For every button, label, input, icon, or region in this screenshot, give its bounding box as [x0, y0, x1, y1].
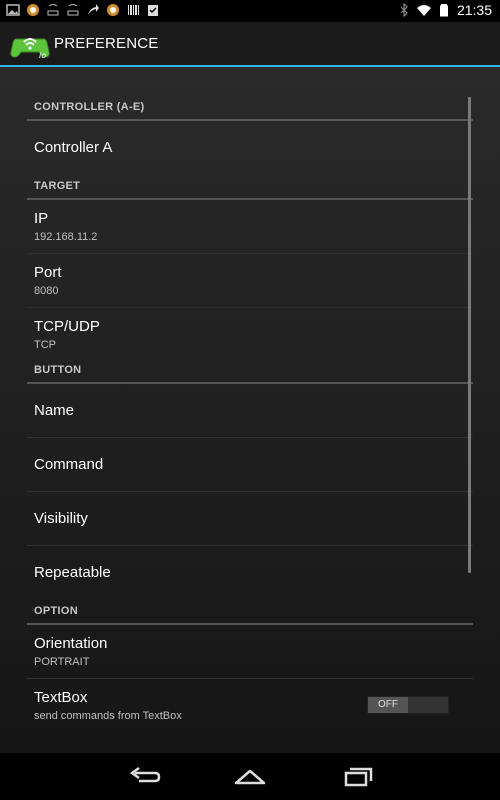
recents-icon[interactable] — [337, 763, 377, 791]
pref-title: Controller A — [34, 139, 113, 156]
pref-orientation[interactable]: Orientation PORTRAIT — [27, 625, 473, 679]
download-icon — [47, 4, 59, 16]
clock: 21:35 — [456, 2, 492, 18]
gallery-icon — [6, 4, 20, 16]
pref-title: TCP/UDP — [34, 318, 100, 335]
scrollbar[interactable] — [468, 97, 471, 573]
action-bar: io PREFERENCE — [0, 22, 500, 66]
download-icon — [67, 4, 79, 16]
app-icon — [27, 4, 39, 16]
pref-summary: 192.168.11.2 — [34, 231, 98, 243]
battery-icon — [439, 4, 448, 17]
home-icon[interactable] — [230, 763, 270, 791]
system-icons: 21:35 — [397, 2, 492, 18]
status-bar: 21:35 — [0, 0, 500, 22]
pref-command[interactable]: Command — [27, 438, 473, 492]
pref-title: Orientation — [34, 635, 108, 652]
pref-title: Repeatable — [34, 564, 111, 581]
pref-ip[interactable]: IP 192.168.11.2 — [27, 200, 473, 254]
app-icon — [107, 4, 119, 16]
pref-summary: 8080 — [34, 285, 59, 297]
pref-port[interactable]: Port 8080 — [27, 254, 473, 308]
svg-text:io: io — [39, 51, 46, 60]
pref-summary: PORTRAIT — [34, 656, 90, 668]
bluetooth-icon — [400, 3, 408, 17]
pref-summary: send commands from TextBox — [34, 710, 182, 722]
section-header-controller: CONTROLLER (A-E) — [27, 96, 473, 121]
page-title: PREFERENCE — [54, 35, 159, 52]
back-icon[interactable] — [125, 763, 165, 791]
pref-visibility[interactable]: Visibility — [27, 492, 473, 546]
section-header-button: BUTTON — [27, 359, 473, 384]
pref-title: Port — [34, 264, 62, 281]
share-icon — [88, 4, 99, 15]
section-header-target: TARGET — [27, 175, 473, 200]
pref-textbox[interactable]: TextBox send commands from TextBox OFF — [27, 679, 473, 733]
pref-summary: TCP — [34, 339, 56, 351]
toggle-state: OFF — [368, 697, 408, 713]
pref-name[interactable]: Name — [27, 384, 473, 438]
pref-repeatable[interactable]: Repeatable — [27, 546, 473, 600]
pref-title: TextBox — [34, 689, 88, 706]
gamepad-icon[interactable]: io — [10, 30, 50, 60]
pref-title: Name — [34, 402, 75, 419]
pref-title: Visibility — [34, 510, 88, 527]
pref-title: IP — [34, 210, 49, 227]
textbox-toggle[interactable]: OFF — [367, 696, 449, 714]
section-header-option: OPTION — [27, 600, 473, 625]
pref-tcp-udp[interactable]: TCP/UDP TCP — [27, 308, 473, 362]
notification-icons — [6, 3, 160, 17]
checklist-icon — [148, 5, 158, 16]
preference-list[interactable]: CONTROLLER (A-E) Controller A TARGET IP … — [27, 96, 473, 733]
preference-screen[interactable]: CONTROLLER (A-E) Controller A TARGET IP … — [0, 67, 500, 753]
navigation-bar — [0, 753, 500, 800]
pref-title: Command — [34, 456, 104, 473]
barcode-icon — [128, 5, 139, 15]
wifi-icon — [416, 5, 431, 16]
pref-controller-a[interactable]: Controller A — [27, 121, 473, 175]
